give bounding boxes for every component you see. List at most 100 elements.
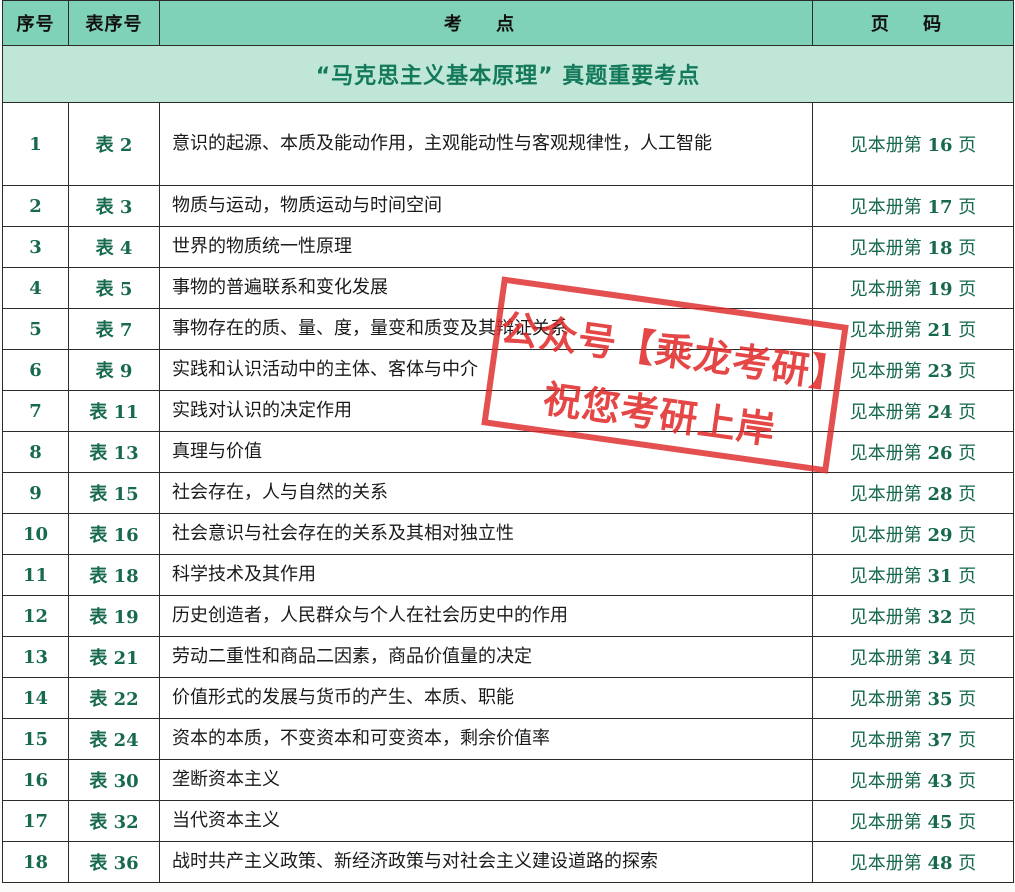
- row-number: 11: [2, 554, 69, 596]
- row-number: 5: [2, 308, 69, 350]
- page-number: 29: [927, 525, 953, 546]
- row-page-ref: 见本册第 29 页: [812, 513, 1014, 555]
- row-page-ref: 见本册第 45 页: [812, 800, 1014, 842]
- row-number: 3: [2, 226, 69, 268]
- page-prefix: 见本册第: [849, 689, 922, 710]
- row-topic: 劳动二重性和商品二因素，商品价值量的决定: [159, 636, 813, 678]
- page-suffix: 页: [958, 648, 977, 669]
- row-topic: 事物存在的质、量、度，量变和质变及其辩证关系: [159, 308, 813, 350]
- page-suffix: 页: [958, 320, 977, 341]
- row-table-ref: 表 36: [68, 841, 160, 883]
- page-suffix: 页: [958, 812, 977, 833]
- table-row: 13 表 21 劳动二重性和商品二因素，商品价值量的决定 见本册第 34 页: [2, 636, 1014, 678]
- row-table-ref: 表 15: [68, 472, 160, 514]
- row-table-ref: 表 22: [68, 677, 160, 719]
- row-number: 13: [2, 636, 69, 678]
- row-number: 8: [2, 431, 69, 473]
- row-number: 15: [2, 718, 69, 760]
- table-row: 8表 13 真理与价值 见本册第 26 页: [2, 431, 1014, 473]
- table-row: 2表 3 物质与运动，物质运动与时间空间 见本册第 17 页: [2, 185, 1014, 227]
- page-number: 48: [927, 853, 953, 874]
- row-table-ref: 表 30: [68, 759, 160, 801]
- page-number: 34: [927, 648, 953, 669]
- row-table-ref: 表 4: [68, 226, 160, 268]
- page-suffix: 页: [958, 853, 977, 874]
- row-page-ref: 见本册第 17 页: [812, 185, 1014, 227]
- page-prefix: 见本册第: [849, 135, 922, 156]
- page-number: 28: [927, 484, 953, 505]
- row-table-ref: 表 9: [68, 349, 160, 391]
- page-number: 24: [927, 402, 953, 423]
- row-table-ref: 表 13: [68, 431, 160, 473]
- row-table-ref: 表 19: [68, 595, 160, 637]
- row-table-ref: 表 5: [68, 267, 160, 309]
- row-topic: 社会意识与社会存在的关系及其相对独立性: [159, 513, 813, 555]
- row-table-ref: 表 21: [68, 636, 160, 678]
- page-prefix: 见本册第: [849, 771, 922, 792]
- page-prefix: 见本册第: [849, 607, 922, 628]
- page-prefix: 见本册第: [849, 566, 922, 587]
- row-page-ref: 见本册第 43 页: [812, 759, 1014, 801]
- row-page-ref: 见本册第 24 页: [812, 390, 1014, 432]
- row-number: 12: [2, 595, 69, 637]
- table-row: 6表 9 实践和认识活动中的主体、客体与中介 见本册第 23 页: [2, 349, 1014, 391]
- row-page-ref: 见本册第 28 页: [812, 472, 1014, 514]
- section-row: “马克思主义基本原理” 真题重要考点: [2, 45, 1014, 103]
- row-topic: 物质与运动，物质运动与时间空间: [159, 185, 813, 227]
- section-title: “马克思主义基本原理” 真题重要考点: [2, 45, 1014, 103]
- row-number: 2: [2, 185, 69, 227]
- row-page-ref: 见本册第 35 页: [812, 677, 1014, 719]
- table-row: 4表 5 事物的普遍联系和变化发展 见本册第 19 页: [2, 267, 1014, 309]
- row-page-ref: 见本册第 34 页: [812, 636, 1014, 678]
- table-row: 16 表 30 垄断资本主义 见本册第 43 页: [2, 759, 1014, 801]
- page-number: 17: [927, 197, 953, 218]
- page-suffix: 页: [958, 525, 977, 546]
- row-number: 7: [2, 390, 69, 432]
- header-table: 表序号: [68, 0, 160, 46]
- row-table-ref: 表 16: [68, 513, 160, 555]
- row-page-ref: 见本册第 16 页: [812, 102, 1014, 186]
- document-page: 序号 表序号 考 点 页 码 “马克思主义基本原理” 真题重要考点 1表 2 意识…: [0, 0, 1015, 892]
- table-row: 15 表 24 资本的本质，不变资本和可变资本，剩余价值率 见本册第 37 页: [2, 718, 1014, 760]
- page-suffix: 页: [958, 402, 977, 423]
- page-suffix: 页: [958, 197, 977, 218]
- page-prefix: 见本册第: [849, 730, 922, 751]
- page-number: 45: [927, 812, 953, 833]
- row-page-ref: 见本册第 37 页: [812, 718, 1014, 760]
- page-suffix: 页: [958, 771, 977, 792]
- row-table-ref: 表 3: [68, 185, 160, 227]
- page-prefix: 见本册第: [849, 443, 922, 464]
- page-prefix: 见本册第: [849, 648, 922, 669]
- row-number: 16: [2, 759, 69, 801]
- row-number: 14: [2, 677, 69, 719]
- page-number: 21: [927, 320, 953, 341]
- page-suffix: 页: [958, 484, 977, 505]
- row-topic: 社会存在，人与自然的关系: [159, 472, 813, 514]
- row-topic: 当代资本主义: [159, 800, 813, 842]
- table-header-row: 序号 表序号 考 点 页 码: [2, 0, 1014, 46]
- page-number: 23: [927, 361, 953, 382]
- row-topic: 历史创造者，人民群众与个人在社会历史中的作用: [159, 595, 813, 637]
- page-prefix: 见本册第: [849, 402, 922, 423]
- header-topic: 考 点: [159, 0, 813, 46]
- row-topic: 垄断资本主义: [159, 759, 813, 801]
- row-page-ref: 见本册第 19 页: [812, 267, 1014, 309]
- page-suffix: 页: [958, 607, 977, 628]
- table-row: 11 表 18 科学技术及其作用 见本册第 31 页: [2, 554, 1014, 596]
- row-table-ref: 表 24: [68, 718, 160, 760]
- page-number: 16: [927, 135, 953, 156]
- row-number: 17: [2, 800, 69, 842]
- page-number: 32: [927, 607, 953, 628]
- page-suffix: 页: [958, 135, 977, 156]
- page-prefix: 见本册第: [849, 238, 922, 259]
- row-page-ref: 见本册第 21 页: [812, 308, 1014, 350]
- page-suffix: 页: [958, 689, 977, 710]
- table-row: 17 表 32 当代资本主义 见本册第 45 页: [2, 800, 1014, 842]
- page-suffix: 页: [958, 566, 977, 587]
- row-number: 4: [2, 267, 69, 309]
- row-topic: 资本的本质，不变资本和可变资本，剩余价值率: [159, 718, 813, 760]
- row-topic: 真理与价值: [159, 431, 813, 473]
- page-prefix: 见本册第: [849, 525, 922, 546]
- row-page-ref: 见本册第 18 页: [812, 226, 1014, 268]
- row-number: 9: [2, 472, 69, 514]
